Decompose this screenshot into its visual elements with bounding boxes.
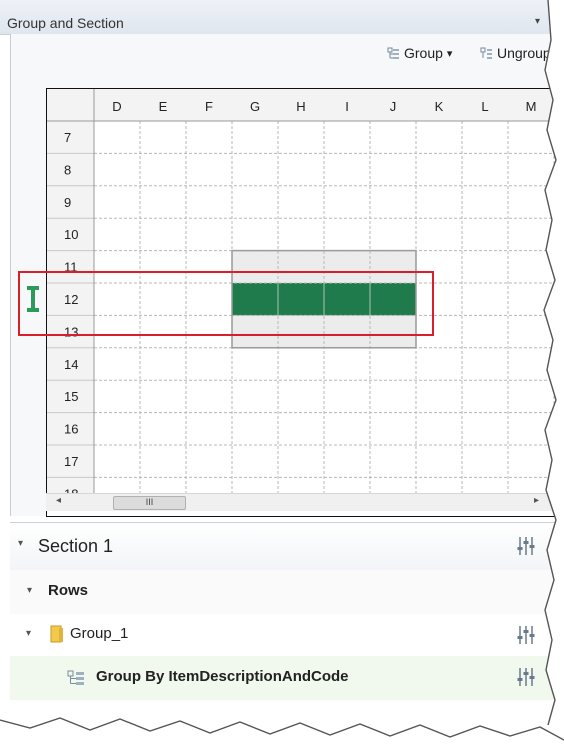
row-header-8: 8: [64, 162, 71, 177]
column-header-F: F: [205, 99, 213, 114]
row-header-16: 16: [64, 422, 78, 437]
panel-title: Group and Section: [7, 15, 124, 31]
group-by-label: Group By ItemDescriptionAndCode: [96, 668, 349, 685]
section-label: Section 1: [38, 536, 114, 556]
rows-expand-icon[interactable]: ▾: [27, 585, 32, 596]
settings-sliders-icon[interactable]: [516, 624, 536, 646]
column-header-J: J: [390, 99, 397, 114]
column-header-E: E: [159, 99, 168, 114]
row-header-14: 14: [64, 357, 78, 372]
column-header-G: G: [250, 99, 260, 114]
row-header-15: 15: [64, 389, 78, 404]
tree-item-group-by[interactable]: Group By ItemDescriptionAndCode: [10, 656, 564, 700]
row-header-17: 17: [64, 454, 78, 469]
group-and-section-panel: Group and Section ▾ × Group ▾ Ungroup D …: [0, 0, 564, 751]
group-expand-icon[interactable]: ▾: [26, 628, 31, 639]
row-header-7: 7: [64, 130, 71, 145]
column-header-L: L: [481, 99, 488, 114]
group-button[interactable]: Group ▾: [387, 43, 452, 63]
row-header-9: 9: [64, 195, 71, 210]
folder-icon: [50, 625, 63, 643]
group-label: Group_1: [70, 625, 129, 642]
ungroup-button-label: Ungroup: [497, 45, 551, 61]
section-header[interactable]: ▾ Section 1: [10, 522, 564, 572]
panel-titlebar: Group and Section ▾ ×: [0, 0, 564, 35]
toolbar: Group ▾ Ungroup: [0, 34, 564, 68]
ungroup-button[interactable]: Ungroup: [480, 43, 551, 63]
scroll-left-icon[interactable]: ◂: [56, 495, 61, 506]
highlight-box-row-12: [18, 271, 434, 336]
rows-header[interactable]: ▾ Rows: [10, 570, 564, 615]
column-header-M: M: [526, 99, 537, 114]
close-icon[interactable]: ×: [553, 13, 560, 27]
chevron-down-icon: ▾: [446, 47, 453, 60]
scroll-right-icon[interactable]: ▸: [534, 495, 539, 506]
row-header-10: 10: [64, 227, 78, 242]
column-header-I: I: [345, 99, 349, 114]
rows-label: Rows: [48, 582, 89, 599]
settings-sliders-icon[interactable]: [516, 535, 536, 557]
group-icon: [67, 670, 84, 685]
group-icon: [387, 47, 399, 59]
panel-menu-icon[interactable]: ▾: [535, 16, 540, 27]
tree-item-group-1[interactable]: ▾ Group_1: [10, 614, 564, 656]
group-button-label: Group: [404, 45, 443, 61]
column-header-H: H: [296, 99, 305, 114]
horizontal-scrollbar[interactable]: ◂ III ▸: [46, 493, 556, 511]
column-header-K: K: [435, 99, 444, 114]
settings-sliders-icon[interactable]: [516, 666, 536, 688]
column-header-D: D: [112, 99, 121, 114]
scrollbar-thumb[interactable]: III: [113, 496, 186, 510]
section-expand-icon[interactable]: ▾: [18, 538, 23, 549]
ungroup-icon: [480, 47, 492, 59]
